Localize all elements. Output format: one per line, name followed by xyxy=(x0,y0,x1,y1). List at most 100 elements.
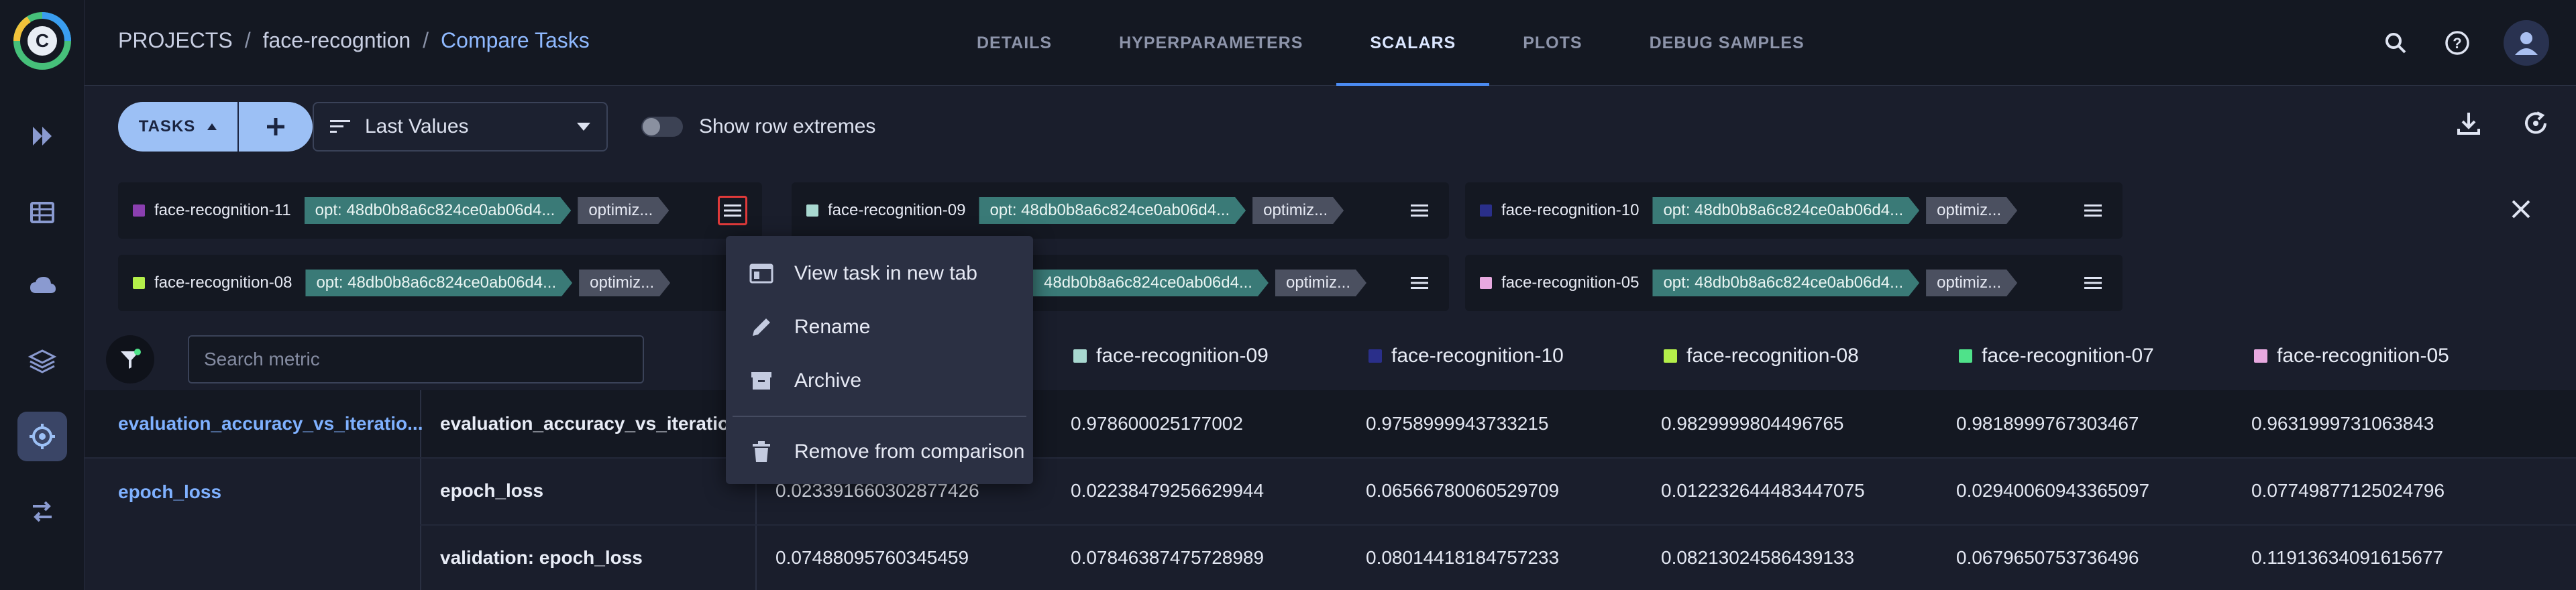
pipelines-nav-icon[interactable] xyxy=(17,111,67,161)
task-tag: opt: 48db0b8a6c824ce0ab06d4... xyxy=(305,270,572,296)
task-chip: face-recognition-11 opt: 48db0b8a6c824ce… xyxy=(118,182,762,239)
column-name: face-recognition-10 xyxy=(1391,345,1564,367)
metric-value: 0.07749877125024796 xyxy=(2251,480,2445,501)
tasks-label: TASKS xyxy=(138,117,196,135)
column-name: face-recognition-08 xyxy=(1686,345,1859,367)
caret-up-icon xyxy=(207,123,217,130)
column-name: face-recognition-05 xyxy=(2277,345,2449,367)
select-value: Last Values xyxy=(365,115,469,137)
workflow-nav-icon[interactable] xyxy=(17,487,67,536)
experiments-nav-icon[interactable] xyxy=(17,412,67,461)
task-tag: opt: 48db0b8a6c824ce0ab06d4... xyxy=(979,197,1246,224)
task-chip: face-recognition-05 opt: 48db0b8a6c824ce… xyxy=(1465,255,2123,311)
search-placeholder: Search metric xyxy=(204,349,320,369)
task-name[interactable]: face-recognition-11 xyxy=(154,201,291,220)
archive-item[interactable]: Archive xyxy=(726,354,1033,408)
task-name[interactable]: face-recognition-10 xyxy=(1501,201,1639,220)
column-header: face-recognition-09 xyxy=(1073,345,1269,367)
tab-debug-samples[interactable]: DEBUG SAMPLES xyxy=(1616,0,1838,86)
top-bar: PROJECTS / face-recogntion / Compare Tas… xyxy=(85,0,2576,86)
value-type-select[interactable]: Last Values xyxy=(313,102,608,152)
search-metric-input[interactable]: Search metric xyxy=(188,335,644,384)
task-color-dot xyxy=(806,204,818,217)
task-color-dot xyxy=(1664,349,1677,363)
task-menu-icon[interactable] xyxy=(718,196,747,225)
filter-metrics-button[interactable] xyxy=(106,335,154,384)
task-name[interactable]: face-recognition-05 xyxy=(1501,274,1639,292)
close-icon[interactable] xyxy=(2506,194,2536,224)
breadcrumb-project[interactable]: face-recogntion xyxy=(263,28,411,53)
column-name: face-recognition-09 xyxy=(1096,345,1269,367)
row-extremes-toggle[interactable] xyxy=(641,117,683,137)
breadcrumb-separator: / xyxy=(423,28,429,52)
metric-group[interactable]: epoch_loss xyxy=(118,481,221,503)
refresh-icon[interactable] xyxy=(2522,110,2549,140)
user-avatar-icon[interactable] xyxy=(2504,20,2549,66)
metric-value: 0.012232644483447075 xyxy=(1661,480,1865,501)
tab-details[interactable]: DETAILS xyxy=(943,0,1085,86)
menu-label: View task in new tab xyxy=(794,262,977,284)
metric-value: 0.06566780060529709 xyxy=(1366,480,1560,501)
menu-label: Remove from comparison xyxy=(794,440,1025,463)
task-color-dot xyxy=(133,204,145,217)
help-icon[interactable]: ? xyxy=(2442,27,2473,58)
add-task-button[interactable] xyxy=(239,116,313,137)
tasks-button[interactable]: TASKS xyxy=(118,102,313,152)
task-chip: face-recognition-10 opt: 48db0b8a6c824ce… xyxy=(1465,182,2123,239)
svg-text:C: C xyxy=(36,30,49,51)
cloud-nav-icon[interactable] xyxy=(17,261,67,311)
remove-from-comparison-item[interactable]: Remove from comparison xyxy=(726,425,1033,479)
task-name[interactable]: face-recognition-08 xyxy=(154,274,292,292)
task-menu-icon[interactable] xyxy=(2078,268,2108,298)
column-name: face-recognition-07 xyxy=(1982,345,2154,367)
tab-hyperparameters[interactable]: HYPERPARAMETERS xyxy=(1085,0,1336,86)
task-tag: optimiz... xyxy=(1926,270,2017,296)
task-color-dot xyxy=(1959,349,1972,363)
tab-scalars[interactable]: SCALARS xyxy=(1336,0,1490,86)
compare-toolbar: TASKS Last Values Show row extremes xyxy=(85,86,2576,170)
task-color-dot xyxy=(1073,349,1087,363)
tab-plots[interactable]: PLOTS xyxy=(1489,0,1615,86)
view-in-new-tab-item[interactable]: View task in new tab xyxy=(726,247,1033,300)
task-color-dot xyxy=(1368,349,1382,363)
task-chip: face-recognition-09 opt: 48db0b8a6c824ce… xyxy=(792,182,1449,239)
task-tag: opt: 48db0b8a6c824ce0ab06d4... xyxy=(1652,270,1919,296)
metric-value: 0.08014418184757233 xyxy=(1366,547,1560,568)
task-menu-icon[interactable] xyxy=(1405,196,1434,225)
datasets-nav-icon[interactable] xyxy=(17,188,67,237)
menu-divider xyxy=(733,416,1026,417)
search-icon[interactable] xyxy=(2380,27,2411,58)
chevron-down-icon xyxy=(577,123,590,131)
metric-value: 0.9758999943733215 xyxy=(1366,413,1549,434)
task-tag: optimiz... xyxy=(578,197,669,224)
sort-lines-icon xyxy=(330,120,350,133)
metric-value: 0.0679650753736496 xyxy=(1956,547,2139,568)
pencil-icon xyxy=(753,318,770,336)
task-tag: optimiz... xyxy=(1275,270,1366,296)
tab-bar: DETAILS HYPERPARAMETERS SCALARS PLOTS DE… xyxy=(943,0,1838,86)
task-menu-icon[interactable] xyxy=(2078,196,2108,225)
breadcrumb-separator: / xyxy=(244,28,251,52)
task-color-dot xyxy=(1480,204,1492,217)
breadcrumb: PROJECTS / face-recogntion / Compare Tas… xyxy=(118,28,590,53)
metric-group[interactable]: evaluation_accuracy_vs_iteratio... xyxy=(118,413,423,434)
task-tag: optimiz... xyxy=(1926,197,2017,224)
task-menu-icon[interactable] xyxy=(1405,268,1434,298)
task-chip: face-recognition-08 opt: 48db0b8a6c824ce… xyxy=(118,255,762,311)
layers-nav-icon[interactable] xyxy=(17,337,67,386)
column-header: face-recognition-05 xyxy=(2254,345,2449,367)
rename-item[interactable]: Rename xyxy=(726,300,1033,354)
metric-value: 0.9818999767303467 xyxy=(1956,413,2139,434)
task-color-dot xyxy=(2254,349,2267,363)
task-tag: 48db0b8a6c824ce0ab06d4... xyxy=(1033,270,1269,296)
metric-value: 0.978600025177002 xyxy=(1071,413,1243,434)
menu-label: Rename xyxy=(794,316,871,338)
download-icon[interactable] xyxy=(2455,110,2482,140)
metric-value: 0.08213024586439133 xyxy=(1661,547,1855,568)
metric-value: 0.07846387475728989 xyxy=(1071,547,1265,568)
clearml-logo-icon[interactable]: C xyxy=(12,11,72,71)
breadcrumb-projects[interactable]: PROJECTS xyxy=(118,28,233,53)
task-color-dot xyxy=(133,277,145,289)
task-name[interactable]: face-recognition-09 xyxy=(828,201,965,220)
task-context-menu: View task in new tab Rename Archive Remo… xyxy=(726,236,1033,484)
